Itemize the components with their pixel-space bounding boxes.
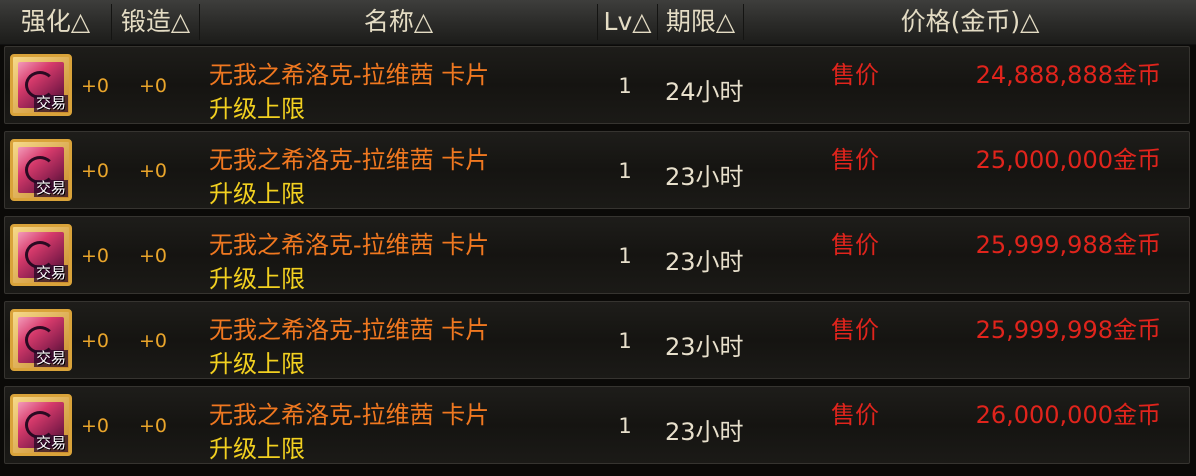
- card-icon[interactable]: 交易: [10, 139, 72, 201]
- sort-name-header[interactable]: 名称△: [200, 4, 598, 40]
- price-value: 24,888,888金币: [975, 61, 1161, 89]
- tradable-tag: 交易: [33, 94, 68, 112]
- sort-lv-header[interactable]: Lv△: [598, 4, 658, 40]
- forge-value: +0: [139, 160, 168, 182]
- enhance-value: +0: [81, 160, 110, 182]
- table-row[interactable]: 交易 +0 +0 无我之希洛克-拉维茜 卡片 升级上限 1 23小时 售价 25…: [4, 216, 1190, 294]
- auction-table: 强化△ 锻造△ 名称△ Lv△ 期限△ 价格(金币)△ 交易 +0 +0 无我之…: [0, 0, 1196, 476]
- table-row[interactable]: 交易 +0 +0 无我之希洛克-拉维茜 卡片 升级上限 1 23小时 售价 25…: [4, 131, 1190, 209]
- sell-price-label: 售价: [831, 146, 879, 174]
- item-level: 1: [618, 244, 632, 268]
- sort-price-header[interactable]: 价格(金币)△: [744, 4, 1196, 40]
- item-name: 无我之希洛克-拉维茜 卡片: [209, 61, 490, 89]
- enhance-value: +0: [81, 330, 110, 352]
- enhance-value: +0: [81, 415, 110, 437]
- upgrade-limit-note: 升级上限: [209, 350, 305, 378]
- enhance-value: +0: [81, 75, 110, 97]
- table-row[interactable]: 交易 +0 +0 无我之希洛克-拉维茜 卡片 升级上限 1 23小时 售价 26…: [4, 386, 1190, 464]
- sort-duration-header[interactable]: 期限△: [658, 4, 744, 40]
- table-header: 强化△ 锻造△ 名称△ Lv△ 期限△ 价格(金币)△: [0, 0, 1196, 45]
- price-value: 26,000,000金币: [975, 401, 1161, 429]
- sell-price-label: 售价: [831, 231, 879, 259]
- item-level: 1: [618, 159, 632, 183]
- forge-value: +0: [139, 330, 168, 352]
- card-icon[interactable]: 交易: [10, 54, 72, 116]
- sell-price-label: 售价: [831, 401, 879, 429]
- item-name: 无我之希洛克-拉维茜 卡片: [209, 316, 490, 344]
- upgrade-limit-note: 升级上限: [209, 180, 305, 208]
- price-value: 25,000,000金币: [975, 146, 1161, 174]
- sell-price-label: 售价: [831, 316, 879, 344]
- forge-value: +0: [139, 415, 168, 437]
- upgrade-limit-note: 升级上限: [209, 95, 305, 123]
- enhance-value: +0: [81, 245, 110, 267]
- upgrade-limit-note: 升级上限: [209, 435, 305, 463]
- tradable-tag: 交易: [33, 179, 68, 197]
- item-name: 无我之希洛克-拉维茜 卡片: [209, 146, 490, 174]
- table-row[interactable]: 交易 +0 +0 无我之希洛克-拉维茜 卡片 升级上限 1 23小时 售价 25…: [4, 301, 1190, 379]
- sort-enhance-header[interactable]: 强化△: [0, 4, 112, 40]
- sort-forge-header[interactable]: 锻造△: [112, 4, 200, 40]
- tradable-tag: 交易: [33, 349, 68, 367]
- listing-duration: 24小时: [665, 78, 744, 106]
- forge-value: +0: [139, 245, 168, 267]
- card-icon[interactable]: 交易: [10, 309, 72, 371]
- tradable-tag: 交易: [33, 434, 68, 452]
- price-value: 25,999,998金币: [975, 316, 1161, 344]
- listing-duration: 23小时: [665, 248, 744, 276]
- item-name: 无我之希洛克-拉维茜 卡片: [209, 401, 490, 429]
- listing-duration: 23小时: [665, 418, 744, 446]
- forge-value: +0: [139, 75, 168, 97]
- price-value: 25,999,988金币: [975, 231, 1161, 259]
- card-icon[interactable]: 交易: [10, 394, 72, 456]
- table-row[interactable]: 交易 +0 +0 无我之希洛克-拉维茜 卡片 升级上限 1 24小时 售价 24…: [4, 46, 1190, 124]
- sell-price-label: 售价: [831, 61, 879, 89]
- item-name: 无我之希洛克-拉维茜 卡片: [209, 231, 490, 259]
- upgrade-limit-note: 升级上限: [209, 265, 305, 293]
- card-icon[interactable]: 交易: [10, 224, 72, 286]
- listing-duration: 23小时: [665, 333, 744, 361]
- listing-duration: 23小时: [665, 163, 744, 191]
- item-level: 1: [618, 414, 632, 438]
- item-level: 1: [618, 329, 632, 353]
- tradable-tag: 交易: [33, 264, 68, 282]
- item-level: 1: [618, 74, 632, 98]
